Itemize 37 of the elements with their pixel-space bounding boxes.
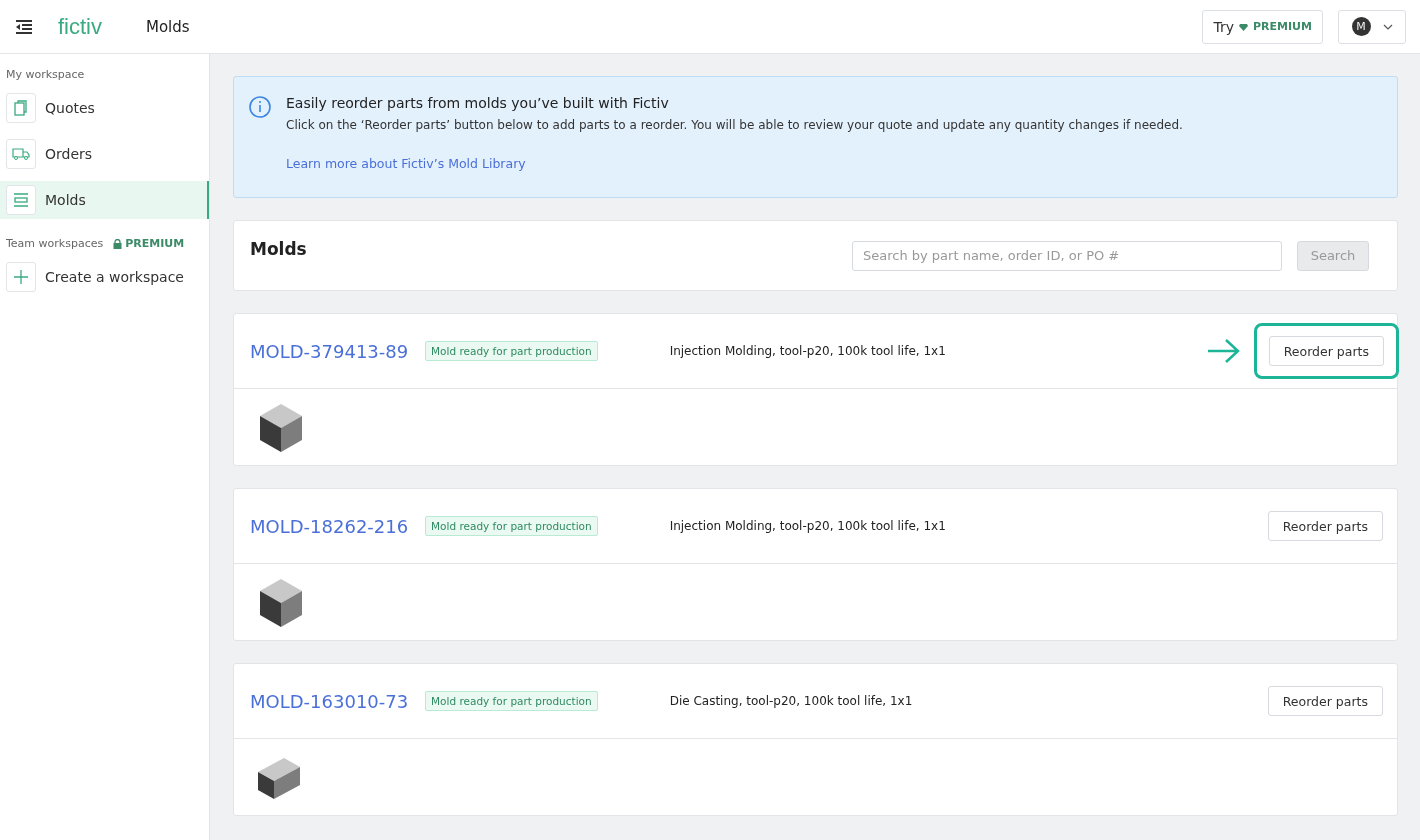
arrow-icon (1205, 337, 1242, 365)
sidebar-item[interactable]: Quotes (0, 89, 209, 127)
status-tag: Mold ready for part production (425, 516, 598, 536)
gem-icon (1239, 22, 1249, 31)
mold-spec: Injection Molding, tool-p20, 100k tool life, 1x1 (669, 344, 946, 358)
sidebar-item[interactable]: Molds (0, 181, 209, 219)
mold-spec: Die Casting, tool-p20, 100k tool life, 1x1 (669, 694, 913, 708)
menu-icon[interactable] (14, 18, 34, 35)
info-icon (248, 95, 272, 119)
search-field[interactable]: Search by part name, order ID, or PO # (852, 240, 1282, 271)
truck-icon (12, 145, 30, 163)
lock-icon (113, 238, 123, 249)
banner-title: Easily reorder parts from molds you’ve built with Fictiv (286, 95, 670, 111)
reorder-parts-button[interactable]: Reorder parts (1267, 686, 1383, 716)
chevron-down-icon (1382, 23, 1393, 30)
create-workspace-item[interactable]: Create a workspace (0, 258, 209, 296)
user-menu-button[interactable]: M (1338, 9, 1406, 44)
mold-id-link[interactable]: MOLD-18262-216 (250, 515, 425, 537)
section-label: My workspace (6, 68, 85, 81)
tray-icon (12, 191, 30, 209)
status-tag: Mold ready for part production (425, 341, 598, 361)
documents-icon (12, 99, 30, 117)
sidebar-item[interactable]: Orders (0, 135, 209, 173)
learn-more-link[interactable]: Learn more about Fictiv’s Mold Library (286, 156, 1183, 171)
premium-label: PREMIUM (113, 237, 185, 250)
mold-spec: Injection Molding, tool-p20, 100k tool life, 1x1 (669, 519, 946, 533)
reorder-parts-button[interactable]: Reorder parts (1267, 511, 1383, 541)
mold-id-link[interactable]: MOLD-379413-89 (250, 340, 425, 362)
banner-text: Click on the ‘Reorder parts’ button below to add parts to a reorder. You will be able to review your quote and update any quantity changes if needed. (286, 118, 1183, 132)
section-title: Molds (250, 238, 307, 259)
mold-id-link[interactable]: MOLD-163010-73 (250, 690, 425, 712)
try-premium-button[interactable]: Try PREMIUM (1202, 9, 1323, 44)
section-label: Team workspaces (6, 237, 104, 250)
plus-icon (12, 268, 30, 286)
status-tag: Mold ready for part production (425, 691, 598, 711)
page-title: Molds (146, 17, 190, 36)
reorder-parts-button[interactable]: Reorder parts (1268, 336, 1384, 366)
